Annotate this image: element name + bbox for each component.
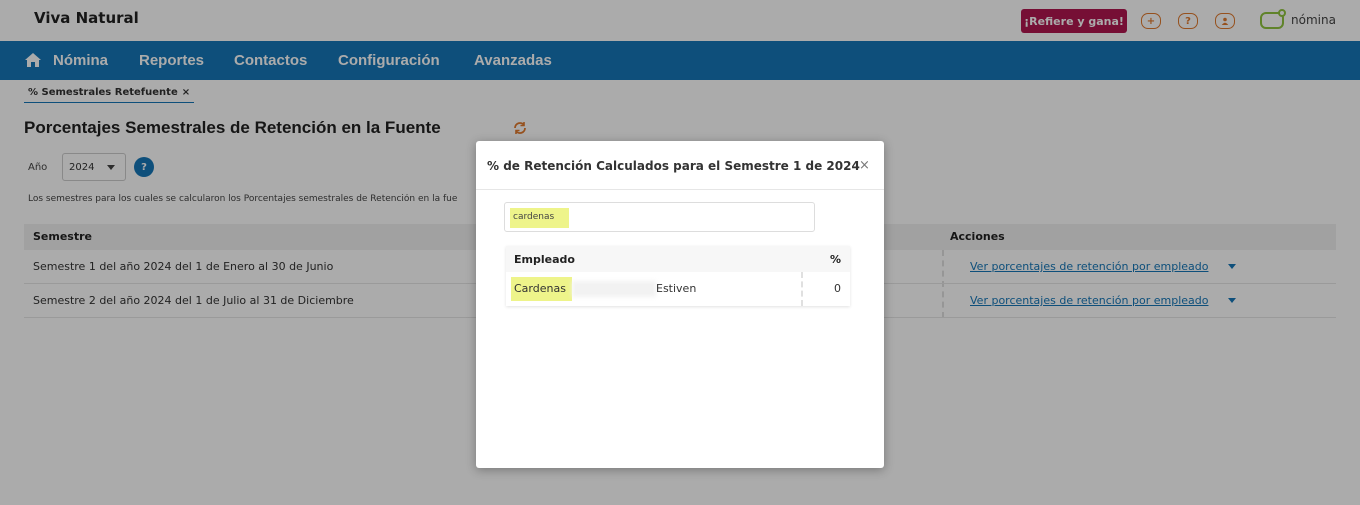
search-value: cardenas	[513, 212, 555, 222]
header-empleado: Empleado	[514, 253, 575, 266]
retencion-modal: % de Retención Calculados para el Semest…	[476, 141, 884, 468]
header-pct: %	[829, 253, 841, 266]
redacted-name	[572, 281, 656, 297]
empleado-last-name: Estiven	[656, 282, 697, 295]
empleado-first-name: Cardenas	[514, 282, 566, 295]
modal-title: % de Retención Calculados para el Semest…	[487, 159, 860, 173]
empleados-table: Empleado % Cardenas Estiven 0	[506, 246, 850, 306]
column-divider	[801, 272, 803, 306]
table-row: Cardenas Estiven 0	[506, 272, 850, 306]
table-header: Empleado %	[506, 246, 850, 272]
close-icon[interactable]: ×	[859, 158, 870, 173]
modal-divider	[476, 189, 884, 190]
search-input[interactable]: cardenas	[504, 202, 815, 232]
pct-value: 0	[834, 282, 841, 295]
